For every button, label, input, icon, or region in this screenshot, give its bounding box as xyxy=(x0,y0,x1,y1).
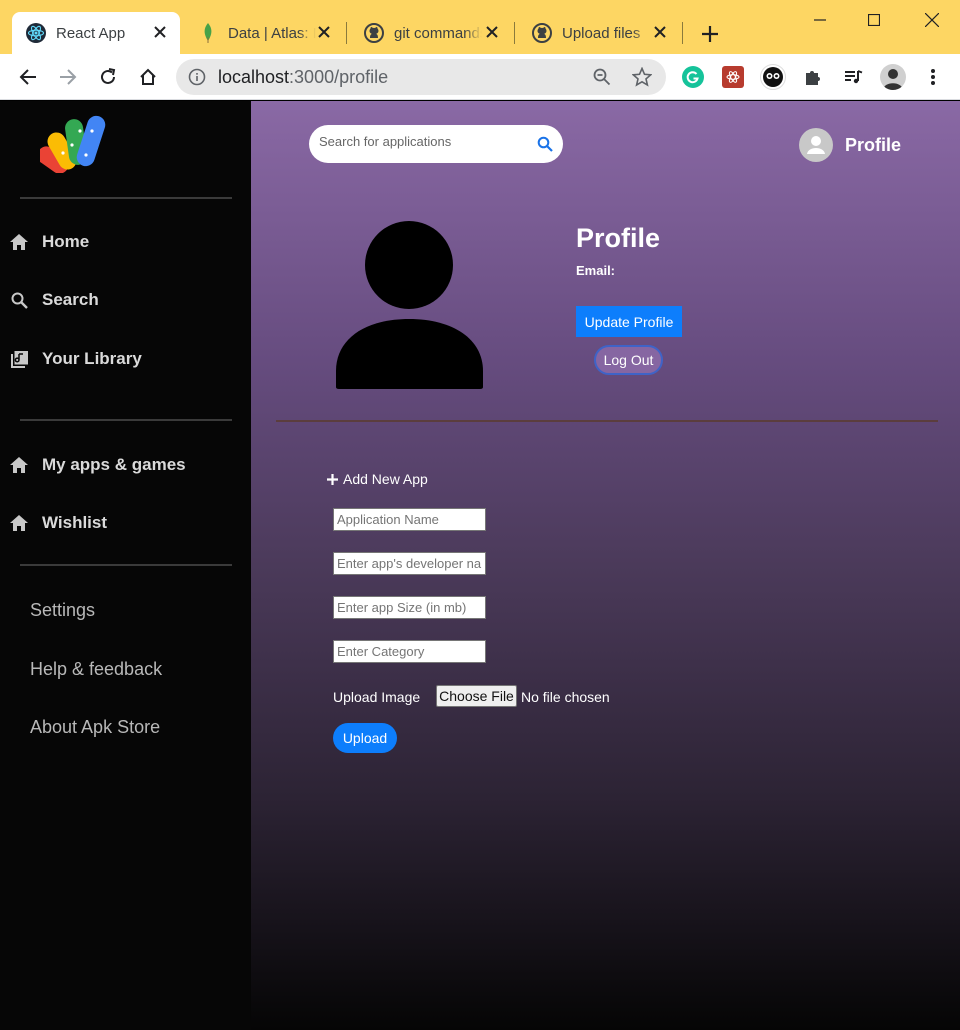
sidebar-item-my-apps-games[interactable]: My apps & games xyxy=(10,455,186,475)
sidebar: Home Search Your Library My apps & games… xyxy=(0,101,251,1030)
plus-icon xyxy=(327,473,338,485)
library-icon xyxy=(10,350,28,368)
close-icon[interactable] xyxy=(652,24,668,40)
close-icon xyxy=(925,13,939,27)
url-text[interactable]: localhost:3000/profile xyxy=(218,67,388,88)
forward-button[interactable] xyxy=(54,63,82,91)
tab-title: Upload files xyxy=(562,24,641,42)
tab-separator xyxy=(514,22,515,44)
home-icon xyxy=(10,514,28,532)
back-button[interactable] xyxy=(14,63,42,91)
zoom-icon[interactable] xyxy=(592,67,612,87)
app-logo[interactable] xyxy=(37,113,112,174)
sidebar-divider xyxy=(20,197,232,199)
sidebar-divider xyxy=(20,564,232,566)
logout-button[interactable]: Log Out xyxy=(594,345,663,375)
maximize-button[interactable] xyxy=(860,8,888,32)
close-icon[interactable] xyxy=(484,24,500,40)
arrow-left-icon xyxy=(19,69,36,85)
user-icon xyxy=(807,136,825,154)
sidebar-item-wishlist[interactable]: Wishlist xyxy=(10,513,107,533)
sidebar-link-about[interactable]: About Apk Store xyxy=(30,717,160,738)
home-icon xyxy=(10,456,28,474)
maximize-icon xyxy=(868,14,880,26)
info-icon[interactable] xyxy=(188,68,206,86)
home-icon xyxy=(140,68,156,85)
kebab-menu-icon[interactable] xyxy=(922,66,944,88)
puzzle-extensions-icon[interactable] xyxy=(802,66,824,88)
address-bar[interactable]: localhost:3000/profile xyxy=(176,59,666,95)
close-icon[interactable] xyxy=(316,24,332,40)
sidebar-item-search[interactable]: Search xyxy=(10,290,99,310)
profile-avatar xyxy=(335,221,485,391)
add-new-app-heading: Add New App xyxy=(327,471,428,487)
app-search-bar[interactable] xyxy=(309,125,563,163)
tab-title: React App xyxy=(56,24,126,42)
sidebar-item-your-library[interactable]: Your Library xyxy=(10,349,142,369)
app-size-input[interactable] xyxy=(333,596,486,619)
plus-icon xyxy=(702,26,718,42)
browser-toolbar: localhost:3000/profile xyxy=(0,54,960,100)
update-profile-button[interactable]: Update Profile xyxy=(576,306,682,337)
window-close-button[interactable] xyxy=(918,8,946,32)
grammarly-extension-icon[interactable] xyxy=(682,66,704,88)
section-divider xyxy=(276,420,938,422)
react-devtools-extension-icon[interactable] xyxy=(722,66,744,88)
file-status-text: No file chosen xyxy=(521,689,610,705)
sidebar-item-label: Search xyxy=(42,290,99,309)
search-icon[interactable] xyxy=(537,136,553,152)
add-new-app-label: Add New App xyxy=(343,471,428,487)
sidebar-item-label: Home xyxy=(42,232,90,251)
user-silhouette-icon xyxy=(336,221,483,389)
close-icon[interactable] xyxy=(152,24,168,40)
github-icon xyxy=(532,23,552,43)
avatar xyxy=(799,128,833,162)
browser-tab-strip: React App Data | Atlas: MongoDB git comm… xyxy=(0,0,960,54)
tab-title: git commands xyxy=(394,24,482,42)
choose-file-button[interactable]: Choose File xyxy=(436,685,517,707)
github-icon xyxy=(364,23,384,43)
mongodb-leaf-icon xyxy=(198,23,218,43)
tab-separator xyxy=(346,22,347,44)
owl-extension-icon[interactable] xyxy=(760,64,786,90)
minimize-button[interactable] xyxy=(806,8,834,32)
tab-git-commands[interactable]: git commands xyxy=(350,12,512,54)
upload-button[interactable]: Upload xyxy=(333,723,397,753)
search-input[interactable] xyxy=(319,134,519,149)
application-name-input[interactable] xyxy=(333,508,486,531)
profile-label: Profile xyxy=(845,134,902,155)
react-icon xyxy=(26,23,46,43)
tab-react-app[interactable]: React App xyxy=(12,12,180,54)
reload-button[interactable] xyxy=(94,63,122,91)
home-button[interactable] xyxy=(134,63,162,91)
sidebar-divider xyxy=(20,419,232,421)
tab-title: Data | Atlas: MongoDB xyxy=(228,24,316,42)
sidebar-item-label: My apps & games xyxy=(42,455,186,474)
email-label: Email: xyxy=(576,263,616,278)
arrow-right-icon xyxy=(60,69,77,85)
home-icon xyxy=(10,233,28,251)
upload-image-label: Upload Image xyxy=(333,689,421,705)
header-profile-link[interactable]: Profile xyxy=(799,128,901,162)
user-avatar-icon[interactable] xyxy=(880,64,906,90)
search-icon xyxy=(10,291,28,309)
sidebar-item-label: Wishlist xyxy=(42,513,108,532)
tab-separator xyxy=(682,22,683,44)
minimize-icon xyxy=(814,19,826,21)
sidebar-item-home[interactable]: Home xyxy=(10,232,89,252)
tab-mongodb-atlas[interactable]: Data | Atlas: MongoDB xyxy=(184,12,344,54)
sidebar-link-help-feedback[interactable]: Help & feedback xyxy=(30,659,162,680)
page-title: Profile xyxy=(576,223,661,253)
sidebar-item-label: Your Library xyxy=(42,349,142,368)
sidebar-link-settings[interactable]: Settings xyxy=(30,600,95,621)
reload-icon xyxy=(101,68,116,84)
developer-name-input[interactable] xyxy=(333,552,486,575)
star-icon[interactable] xyxy=(632,67,652,87)
new-tab-button[interactable] xyxy=(696,20,724,48)
media-queue-icon[interactable] xyxy=(842,66,864,88)
main-content: Profile Profile Email: Update Profile Lo… xyxy=(251,101,960,1030)
tab-upload-files[interactable]: Upload files xyxy=(518,12,680,54)
category-input[interactable] xyxy=(333,640,486,663)
